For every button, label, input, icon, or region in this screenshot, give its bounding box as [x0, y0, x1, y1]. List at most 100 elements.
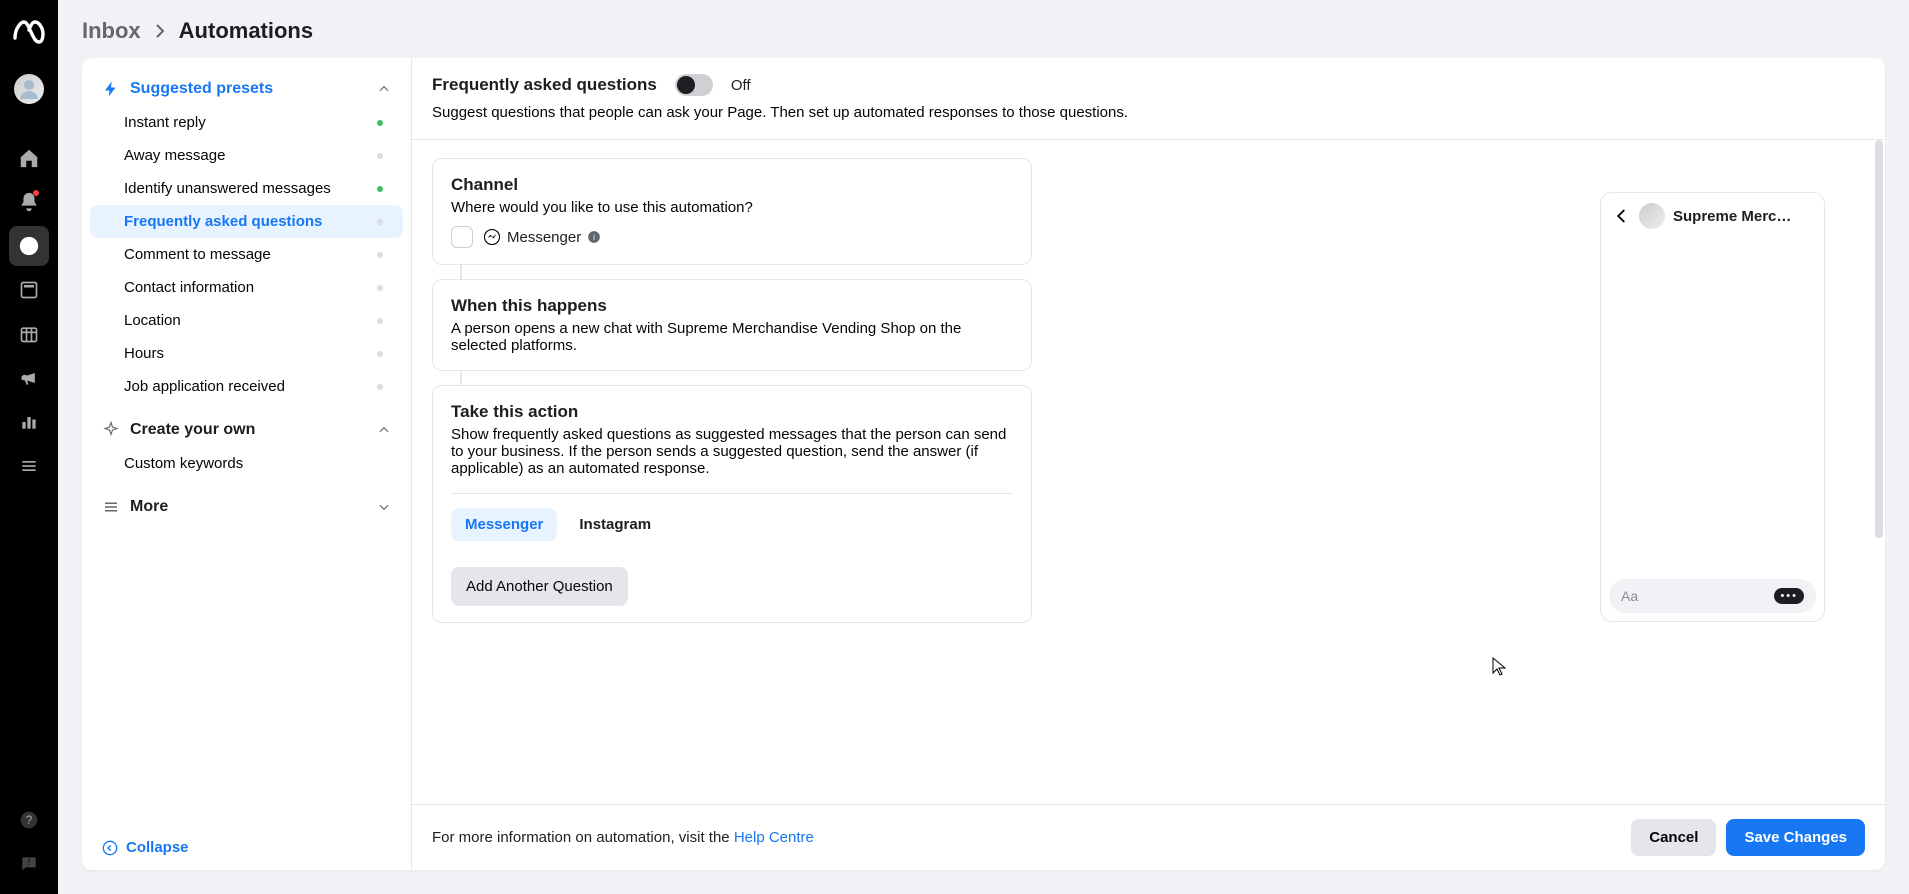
preview-placeholder: Aa [1621, 588, 1638, 604]
status-dot-icon [377, 153, 383, 159]
add-question-button[interactable]: Add Another Question [451, 567, 628, 606]
scrollbar[interactable] [1875, 140, 1883, 538]
preset-away-message[interactable]: Away message [90, 139, 403, 172]
avatar-icon [17, 77, 41, 101]
nav-help[interactable]: ? [9, 800, 49, 840]
mouse-cursor-icon [1492, 657, 1506, 682]
status-dot-icon [377, 186, 383, 192]
meta-logo-icon [11, 14, 47, 50]
preset-label: Frequently asked questions [124, 213, 322, 230]
main-area: Inbox Automations Suggested presets Inst… [58, 0, 1909, 894]
info-icon[interactable]: i [587, 230, 601, 244]
toggle-state-label: Off [731, 77, 751, 94]
breadcrumb-inbox[interactable]: Inbox [82, 18, 141, 44]
help-centre-link[interactable]: Help Centre [734, 829, 814, 846]
create-your-own-label: Create your own [130, 421, 255, 439]
preset-label: Job application received [124, 378, 285, 395]
messenger-channel-label: Messenger i [483, 228, 601, 246]
messenger-preview: Supreme Merc… Aa ••• [1600, 192, 1825, 622]
preset-label: Location [124, 312, 181, 329]
breadcrumb: Inbox Automations [58, 0, 1909, 58]
nav-calendar[interactable] [9, 314, 49, 354]
preview-input: Aa ••• [1609, 579, 1816, 613]
preset-instant-reply[interactable]: Instant reply [90, 106, 403, 139]
preset-contact-info[interactable]: Contact information [90, 271, 403, 304]
status-dot-icon [377, 318, 383, 324]
page-description: Suggest questions that people can ask yo… [432, 104, 1865, 121]
messenger-label-text: Messenger [507, 229, 581, 246]
flow-connector-icon [460, 265, 462, 279]
preset-faq[interactable]: Frequently asked questions [90, 205, 403, 238]
nav-notifications[interactable] [9, 182, 49, 222]
content-body: Channel Where would you like to use this… [412, 140, 1885, 804]
chat-icon [18, 235, 40, 257]
trigger-desc: A person opens a new chat with Supreme M… [451, 320, 1013, 354]
content-panel: Frequently asked questions Off Suggest q… [412, 58, 1885, 870]
preset-label: Instant reply [124, 114, 206, 131]
more-header[interactable]: More [82, 490, 411, 524]
suggested-presets-header[interactable]: Suggested presets [82, 72, 411, 106]
tab-messenger[interactable]: Messenger [451, 508, 557, 541]
channel-title: Channel [451, 175, 1013, 195]
presets-sidebar: Suggested presets Instant reply Away mes… [82, 58, 412, 870]
collapse-label: Collapse [126, 839, 189, 856]
nav-menu[interactable] [9, 446, 49, 486]
chevron-down-icon [377, 500, 391, 514]
home-icon [18, 147, 40, 169]
channel-desc: Where would you like to use this automat… [451, 199, 1013, 216]
nav-home[interactable] [9, 138, 49, 178]
preview-more-icon: ••• [1774, 588, 1804, 604]
chevron-right-icon [155, 23, 165, 39]
faq-toggle[interactable] [675, 74, 713, 96]
chevron-up-icon [377, 82, 391, 96]
nav-feedback[interactable]: ! [9, 844, 49, 884]
svg-text:!: ! [28, 857, 31, 867]
suggested-presets-label: Suggested presets [130, 80, 273, 98]
preset-comment-to-message[interactable]: Comment to message [90, 238, 403, 271]
footer-info: For more information on automation, visi… [432, 829, 814, 846]
preset-label: Comment to message [124, 246, 271, 263]
nav-posts[interactable] [9, 270, 49, 310]
content-header: Frequently asked questions Off Suggest q… [412, 58, 1885, 140]
feedback-icon: ! [19, 854, 39, 874]
action-desc: Show frequently asked questions as sugge… [451, 426, 1013, 477]
preset-identify-unanswered[interactable]: Identify unanswered messages [90, 172, 403, 205]
meta-logo[interactable] [9, 12, 49, 52]
status-dot-icon [377, 219, 383, 225]
trigger-title: When this happens [451, 296, 1013, 316]
status-dot-icon [377, 384, 383, 390]
create-your-own-header[interactable]: Create your own [82, 413, 411, 447]
preview-avatar-icon [1639, 203, 1665, 229]
profile-avatar[interactable] [14, 74, 44, 104]
preset-label: Custom keywords [124, 455, 243, 472]
more-label: More [130, 498, 168, 516]
status-dot-icon [377, 351, 383, 357]
nav-ads[interactable] [9, 358, 49, 398]
preset-hours[interactable]: Hours [90, 337, 403, 370]
lightning-icon [102, 80, 120, 98]
messenger-checkbox[interactable] [451, 226, 473, 248]
save-button[interactable]: Save Changes [1726, 819, 1865, 856]
messenger-icon [483, 228, 501, 246]
cancel-button[interactable]: Cancel [1631, 819, 1716, 856]
preset-location[interactable]: Location [90, 304, 403, 337]
content-card: Suggested presets Instant reply Away mes… [82, 58, 1885, 870]
preset-label: Contact information [124, 279, 254, 296]
preset-custom-keywords[interactable]: Custom keywords [90, 447, 403, 480]
bar-chart-icon [19, 412, 39, 432]
nav-inbox[interactable] [9, 226, 49, 266]
svg-text:i: i [593, 233, 595, 242]
preset-job-application[interactable]: Job application received [90, 370, 403, 403]
content-footer: For more information on automation, visi… [412, 804, 1885, 870]
toggle-knob-icon [677, 76, 695, 94]
collapse-button[interactable]: Collapse [82, 825, 411, 870]
back-arrow-icon[interactable] [1613, 207, 1631, 225]
tab-instagram[interactable]: Instagram [565, 508, 665, 541]
breadcrumb-automations: Automations [179, 18, 313, 44]
trigger-block: When this happens A person opens a new c… [432, 279, 1032, 371]
nav-insights[interactable] [9, 402, 49, 442]
preview-page-name: Supreme Merc… [1673, 208, 1791, 225]
global-left-nav: ? ! [0, 0, 58, 894]
list-icon [102, 498, 120, 516]
megaphone-icon [19, 368, 39, 388]
